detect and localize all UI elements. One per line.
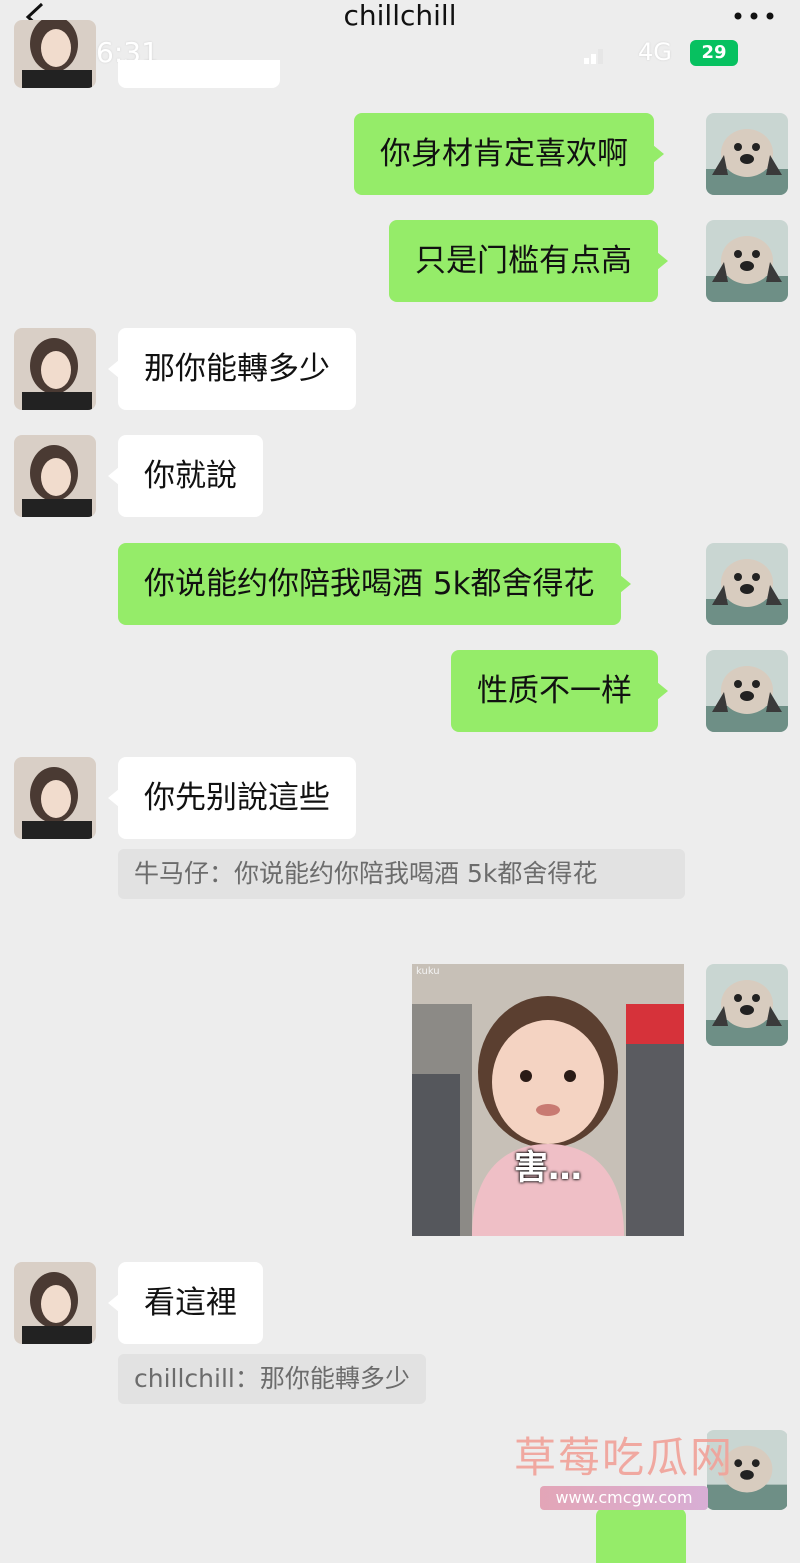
contact-avatar[interactable] [14,20,96,88]
watermark-url: www.cmcgw.com [540,1486,708,1510]
chat-title: chillchill [343,0,457,32]
contact-avatar[interactable] [14,757,96,839]
more-dots-icon[interactable] [732,6,776,26]
sent-message-bubble[interactable]: 性质不一样 [451,650,668,732]
partial-message-bubble [118,60,280,88]
partial-sent-bubble [596,1508,686,1563]
sent-image-message[interactable]: 害… kuku [412,964,684,1236]
watermark-text: 草莓吃瓜网 [514,1433,735,1482]
my-avatar[interactable] [706,220,788,302]
sent-message-bubble[interactable]: 你说能约你陪我喝酒 5k都舍得花 [118,543,631,625]
my-avatar[interactable] [706,650,788,732]
battery-indicator: 29 [690,40,738,66]
photo-source-label: kuku [416,966,440,977]
chat-header: chillchill [0,0,800,40]
signal-icon [584,49,603,64]
received-message-bubble[interactable]: 你先别說這些 [108,757,356,839]
received-message-bubble[interactable]: 那你能轉多少 [108,328,356,410]
my-avatar[interactable] [706,113,788,195]
contact-avatar[interactable] [14,435,96,517]
sent-message-bubble[interactable]: 你身材肯定喜欢啊 [354,113,664,195]
my-avatar[interactable] [706,543,788,625]
sent-message-bubble[interactable]: 只是门槛有点高 [389,220,668,302]
my-avatar[interactable] [706,964,788,1046]
network-type: 4G [638,38,672,66]
received-message-bubble[interactable]: 你就說 [108,435,263,517]
quoted-reply[interactable]: chillchill：那你能轉多少 [118,1354,426,1404]
contact-avatar[interactable] [14,1262,96,1344]
photo-caption: 害… [514,1148,582,1188]
received-message-bubble[interactable]: 看這裡 [108,1262,263,1344]
photo-content [412,964,684,1236]
contact-avatar[interactable] [14,328,96,410]
quoted-reply[interactable]: 牛马仔：你说能约你陪我喝酒 5k都舍得花 [118,849,685,899]
